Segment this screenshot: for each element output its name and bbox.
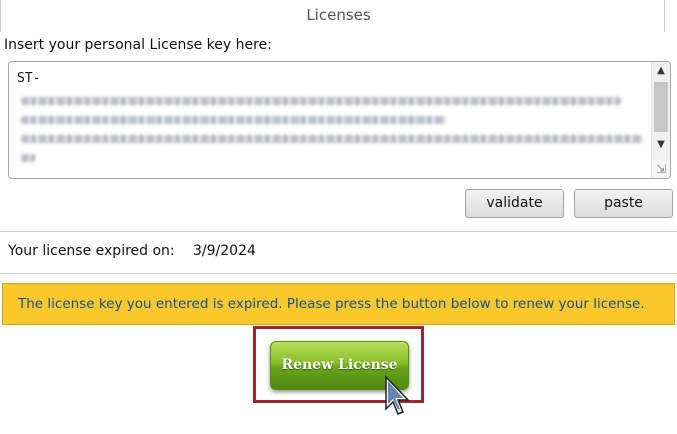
validate-button[interactable]: validate — [465, 189, 564, 218]
blurred-key-line — [21, 154, 35, 162]
chevron-up-icon[interactable]: ▲ — [652, 62, 670, 80]
license-key-textarea[interactable]: ST- ▲ ▼ ⇲ — [8, 61, 671, 179]
license-key-content: ST- — [17, 71, 643, 162]
resize-grip-icon[interactable]: ⇲ — [652, 160, 670, 178]
mouse-pointer-icon — [385, 375, 410, 415]
expired-warning-banner: The license key you entered is expired. … — [2, 283, 675, 325]
chevron-down-icon[interactable]: ▼ — [652, 136, 670, 154]
paste-button[interactable]: paste — [574, 189, 673, 218]
license-key-prefix: ST- — [17, 71, 41, 86]
blurred-key-line — [21, 116, 446, 124]
license-key-label: Insert your personal License key here: — [4, 37, 272, 53]
expiration-label: Your license expired on: — [8, 243, 175, 259]
divider — [0, 231, 677, 232]
expiration-date: 3/9/2024 — [193, 243, 256, 259]
divider — [0, 273, 677, 274]
blurred-key-line — [21, 97, 621, 105]
page-title: Licenses — [306, 6, 371, 24]
scroll-thumb[interactable] — [654, 82, 668, 132]
blurred-key-line — [21, 135, 643, 143]
warning-message: The license key you entered is expired. … — [18, 296, 645, 312]
